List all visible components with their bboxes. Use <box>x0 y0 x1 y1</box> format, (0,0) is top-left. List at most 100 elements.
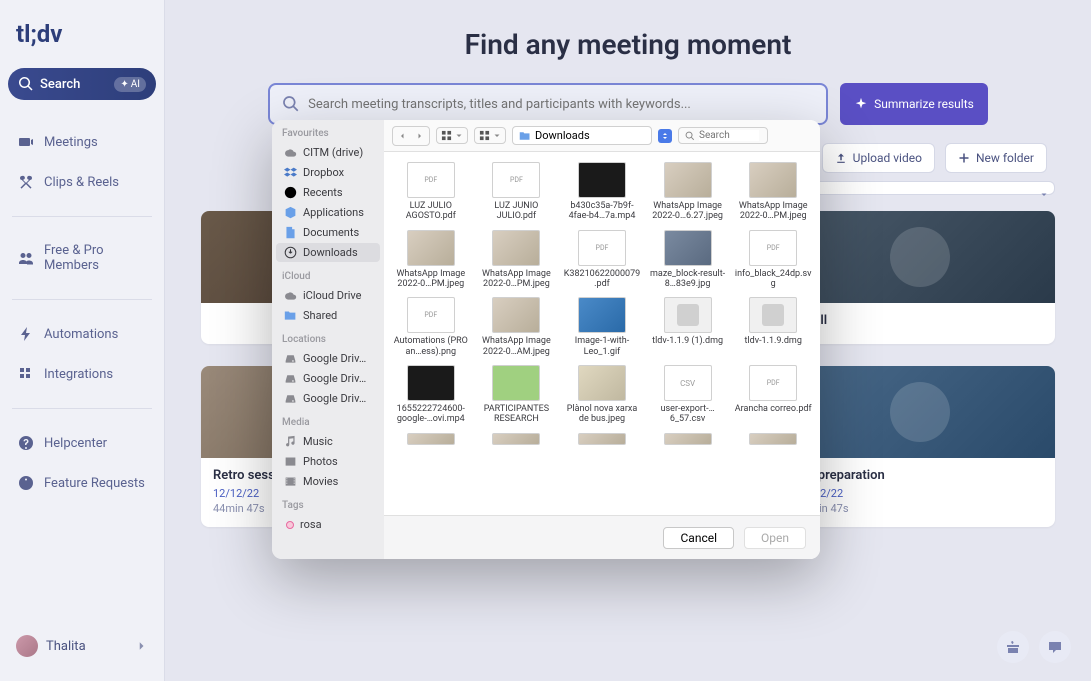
file-thumbnail: PDF <box>407 297 455 333</box>
doc-icon <box>284 226 297 239</box>
ai-badge: ✦ AI <box>114 77 146 92</box>
file-item[interactable]: PDFLUZ JULIO AGOSTO.pdf <box>388 160 474 224</box>
chat-button[interactable] <box>1039 631 1071 663</box>
search-row: Summarize results <box>201 83 1055 125</box>
dialog-search-input[interactable] <box>699 130 759 141</box>
sidebar-item-documents[interactable]: Documents <box>276 223 380 242</box>
sidebar-item-google-driv-[interactable]: Google Driv… <box>276 349 380 368</box>
sidebar-item-dropbox[interactable]: Dropbox <box>276 163 380 182</box>
file-item[interactable]: b430c35a-7b9f-4fae-b4…7a.mp4 <box>559 160 645 224</box>
meeting-card[interactable]: r Call <box>785 211 1055 344</box>
back-button[interactable] <box>393 127 411 145</box>
gift-button[interactable] <box>997 631 1029 663</box>
plus-icon <box>958 152 970 164</box>
file-item[interactable]: tldv-1.1.9 (1).dmg <box>645 295 731 359</box>
file-item[interactable]: tldv-1.1.9.dmg <box>730 295 816 359</box>
folder-icon <box>284 309 297 322</box>
sidebar-item-music[interactable]: Music <box>276 432 380 451</box>
sidebar-item-clips[interactable]: Clips & Reels <box>8 164 156 200</box>
sidebar-item-photos[interactable]: Photos <box>276 452 380 471</box>
file-thumbnail <box>749 297 797 333</box>
file-item[interactable] <box>474 431 560 450</box>
meeting-search-field[interactable] <box>268 83 828 125</box>
sidebar-item-shared[interactable]: Shared <box>276 306 380 325</box>
file-item[interactable]: WhatsApp Image 2022-0…PM.jpeg <box>388 228 474 292</box>
sidebar-item-icloud-drive[interactable]: iCloud Drive <box>276 286 380 305</box>
file-item[interactable]: PDFinfo_black_24dp.svg <box>730 228 816 292</box>
section-header: Locations <box>272 326 384 348</box>
path-selector[interactable]: Downloads <box>512 126 652 145</box>
sidebar-item-rosa[interactable]: rosa <box>276 515 380 534</box>
file-thumbnail <box>749 162 797 198</box>
file-item[interactable]: WhatsApp Image 2022-0…AM.jpeg <box>474 295 560 359</box>
view-mode-selector[interactable] <box>436 127 468 144</box>
file-label: Arancha correo.pdf <box>735 404 812 414</box>
file-label: Image-1-with-Leo_1.gif <box>563 336 641 357</box>
file-item[interactable]: Image-1-with-Leo_1.gif <box>559 295 645 359</box>
file-item[interactable] <box>645 431 731 450</box>
upload-icon <box>835 152 847 164</box>
logo: tl;dv <box>8 16 156 68</box>
file-item[interactable] <box>559 431 645 450</box>
sidebar-item-members[interactable]: Free & Pro Members <box>8 233 156 283</box>
sidebar-search-button[interactable]: Search ✦ AI <box>8 68 156 100</box>
file-item[interactable]: Plànol nova xarxa de bus.jpeg <box>559 363 645 427</box>
file-label: info_black_24dp.svg <box>734 269 812 290</box>
sidebar-item-google-driv-[interactable]: Google Driv… <box>276 369 380 388</box>
drive-icon <box>284 392 297 405</box>
file-item[interactable] <box>388 431 474 450</box>
group-selector[interactable] <box>474 127 506 144</box>
dialog-search-field[interactable] <box>678 127 768 144</box>
meeting-search-input[interactable] <box>308 97 814 112</box>
sidebar-item-automations[interactable]: Automations <box>8 316 156 352</box>
file-thumbnail <box>492 433 540 445</box>
sidebar-item-downloads[interactable]: Downloads <box>276 243 380 262</box>
sidebar-item-recents[interactable]: Recents <box>276 183 380 202</box>
file-item[interactable]: PDF Automations (PRO an…ess).png <box>388 295 474 359</box>
file-item[interactable]: PARTICIPANTES RESEARCH <box>474 363 560 427</box>
path-dropdown-button[interactable] <box>658 129 672 143</box>
file-thumbnail: PDF <box>578 230 626 266</box>
sidebar-item-integrations[interactable]: Integrations <box>8 356 156 392</box>
file-thumbnail <box>578 162 626 198</box>
sidebar-item-feature-requests[interactable]: Feature Requests <box>8 465 156 501</box>
file-thumbnail <box>407 230 455 266</box>
folder-icon <box>519 130 531 142</box>
meeting-card[interactable]: PH preparation 12/12/22 44min 47s <box>785 366 1055 527</box>
clock-icon <box>284 186 297 199</box>
open-button[interactable]: Open <box>744 527 806 549</box>
upload-video-button[interactable]: Upload video <box>822 143 935 173</box>
file-label: Plànol nova xarxa de bus.jpeg <box>563 404 641 425</box>
sidebar-item-meetings[interactable]: Meetings <box>8 124 156 160</box>
file-thumbnail <box>578 433 626 445</box>
file-item[interactable] <box>730 431 816 450</box>
new-folder-button[interactable]: New folder <box>945 143 1047 173</box>
file-item[interactable]: PDFK38210622000079.pdf <box>559 228 645 292</box>
grid-icon <box>441 130 452 141</box>
file-item[interactable]: 1655222724600-google-…ovi.mp4 <box>388 363 474 427</box>
sidebar-item-citm-drive-[interactable]: CITM (drive) <box>276 143 380 162</box>
file-item[interactable]: WhatsApp Image 2022-0…6.27.jpeg <box>645 160 731 224</box>
file-label: Automations (PRO an…ess).png <box>392 336 470 357</box>
file-item[interactable]: CSVuser-export-…6_57.csv <box>645 363 731 427</box>
user-menu[interactable]: Thalita <box>8 627 156 665</box>
sidebar-item-movies[interactable]: Movies <box>276 472 380 491</box>
summarize-results-button[interactable]: Summarize results <box>840 83 988 125</box>
file-item[interactable]: WhatsApp Image 2022-0…PM.jpeg <box>474 228 560 292</box>
file-thumbnail: PDF <box>749 365 797 401</box>
file-label: WhatsApp Image 2022-0…PM.jpeg <box>477 269 555 290</box>
file-thumbnail <box>664 433 712 445</box>
card-title: r Call <box>797 313 1043 328</box>
section-header: Favourites <box>272 120 384 142</box>
file-item[interactable]: PDFLUZ JUNIO JULIO.pdf <box>474 160 560 224</box>
forward-button[interactable] <box>411 127 429 145</box>
file-item[interactable]: PDF Arancha correo.pdf <box>730 363 816 427</box>
music-icon <box>284 435 297 448</box>
sidebar-item-google-driv-[interactable]: Google Driv… <box>276 389 380 408</box>
sidebar-item-applications[interactable]: Applications <box>276 203 380 222</box>
sidebar-item-helpcenter[interactable]: Helpcenter <box>8 425 156 461</box>
cancel-button[interactable]: Cancel <box>663 527 734 549</box>
card-thumbnail <box>785 211 1055 303</box>
file-item[interactable]: maze_block-result-8…83e9.jpg <box>645 228 731 292</box>
file-item[interactable]: WhatsApp Image 2022-0…PM.jpeg <box>730 160 816 224</box>
